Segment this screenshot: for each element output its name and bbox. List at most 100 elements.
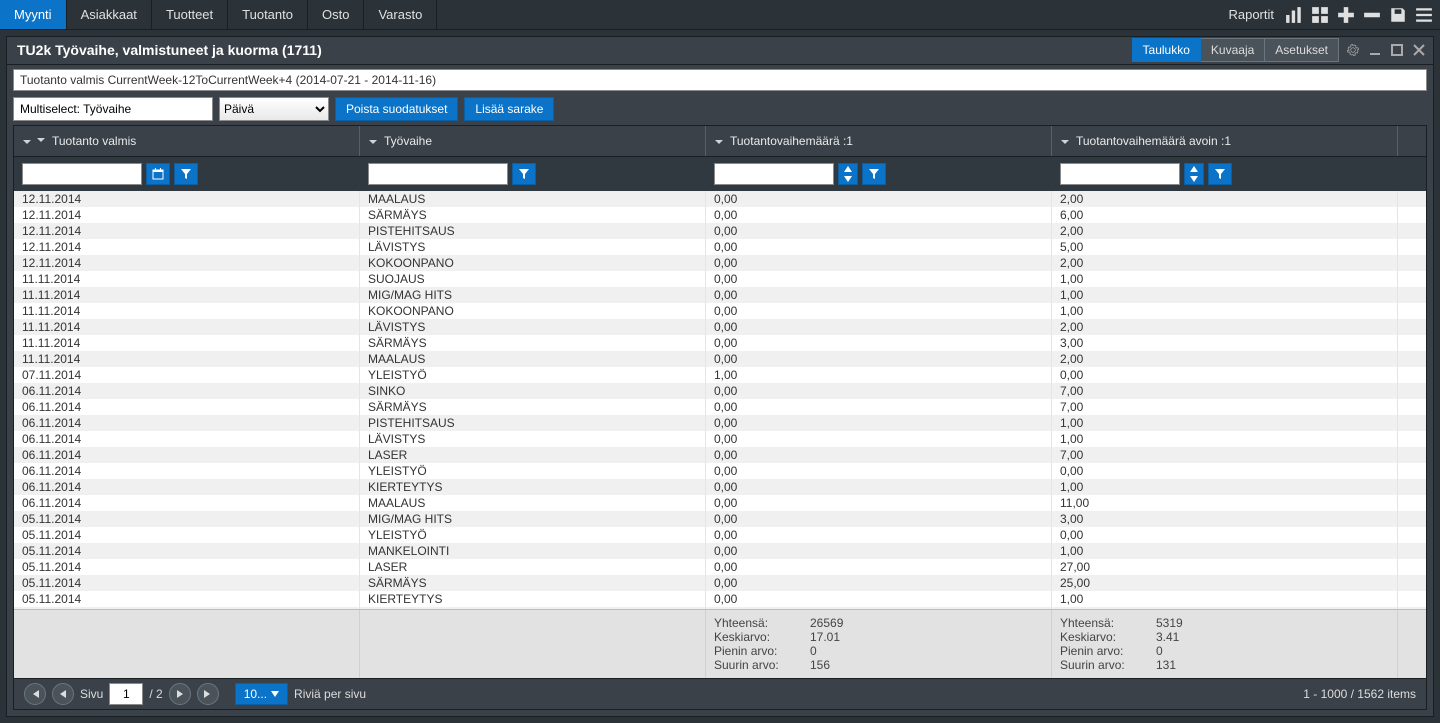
table-row[interactable]: 05.11.2014SÄRMÄYS0,0025,00: [14, 575, 1426, 591]
spinner-up-icon[interactable]: [1185, 164, 1203, 174]
filter-cell-3: [706, 163, 1052, 185]
col-header-maara[interactable]: Tuotantovaihemäärä :1: [706, 126, 1052, 156]
spinner-up-icon[interactable]: [839, 164, 857, 174]
table-cell: 6,00: [1052, 207, 1398, 223]
table-row[interactable]: 11.11.2014KOKOONPANO0,001,00: [14, 303, 1426, 319]
table-cell: 11.11.2014: [14, 351, 360, 367]
filter-input-3[interactable]: [714, 163, 834, 185]
table-row[interactable]: 11.11.2014MIG/MAG HITS0,001,00: [14, 287, 1426, 303]
table-cell: 06.11.2014: [14, 463, 360, 479]
add-column-button[interactable]: Lisää sarake: [464, 97, 554, 121]
view-tab-asetukset[interactable]: Asetukset: [1265, 38, 1339, 62]
filter-icon[interactable]: [174, 163, 198, 185]
table-cell: 05.11.2014: [14, 575, 360, 591]
table-cell: 1,00: [1052, 479, 1398, 495]
table-row[interactable]: 06.11.2014MAALAUS0,0011,00: [14, 495, 1426, 511]
table-row[interactable]: 11.11.2014SÄRMÄYS0,003,00: [14, 335, 1426, 351]
table-cell: 12.11.2014: [14, 207, 360, 223]
table-row[interactable]: 06.11.2014YLEISTYÖ0,000,00: [14, 463, 1426, 479]
multiselect-input[interactable]: [13, 97, 213, 121]
table-row[interactable]: 11.11.2014MAALAUS0,002,00: [14, 351, 1426, 367]
filter-input-2[interactable]: [368, 163, 508, 185]
view-tab-kuvaaja[interactable]: Kuvaaja: [1201, 38, 1265, 62]
number-spinner[interactable]: [1184, 163, 1204, 185]
top-nav-left: Myynti Asiakkaat Tuotteet Tuotanto Osto …: [0, 0, 437, 29]
col-header-tuotanto-valmis[interactable]: Tuotanto valmis: [14, 126, 360, 156]
spinner-down-icon[interactable]: [839, 174, 857, 184]
table-row[interactable]: 06.11.2014LASER0,007,00: [14, 447, 1426, 463]
table-row[interactable]: 12.11.2014KOKOONPANO0,002,00: [14, 255, 1426, 271]
table-cell: 06.11.2014: [14, 399, 360, 415]
filter-input-1[interactable]: [22, 163, 142, 185]
spinner-down-icon[interactable]: [1185, 174, 1203, 184]
first-page-button[interactable]: [24, 683, 46, 705]
rows-per-page-button[interactable]: 10...: [235, 683, 288, 705]
table-row[interactable]: 05.11.2014KIERTEYTYS0,001,00: [14, 591, 1426, 607]
table-row[interactable]: 11.11.2014LÄVISTYS0,002,00: [14, 319, 1426, 335]
nav-tuotteet[interactable]: Tuotteet: [152, 0, 228, 29]
prev-page-button[interactable]: [52, 683, 74, 705]
nav-osto[interactable]: Osto: [308, 0, 364, 29]
table-row[interactable]: 11.11.2014SUOJAUS0,001,00: [14, 271, 1426, 287]
table-row[interactable]: 05.11.2014MIG/MAG HITS0,003,00: [14, 511, 1426, 527]
table-cell: 1,00: [1052, 415, 1398, 431]
maximize-icon[interactable]: [1389, 42, 1405, 58]
filter-icon[interactable]: [1208, 163, 1232, 185]
table-cell: 0,00: [706, 575, 1052, 591]
filter-input-4[interactable]: [1060, 163, 1180, 185]
table-row[interactable]: 05.11.2014YLEISTYÖ0,000,00: [14, 527, 1426, 543]
nav-varasto[interactable]: Varasto: [364, 0, 437, 29]
table-row[interactable]: 12.11.2014LÄVISTYS0,005,00: [14, 239, 1426, 255]
next-page-button[interactable]: [169, 683, 191, 705]
table-cell: 0,00: [706, 223, 1052, 239]
table-cell: KIERTEYTYS: [360, 479, 706, 495]
table-row[interactable]: 05.11.2014MANKELOINTI0,001,00: [14, 543, 1426, 559]
nav-myynti[interactable]: Myynti: [0, 0, 67, 29]
table-cell: 06.11.2014: [14, 495, 360, 511]
filter-icon[interactable]: [862, 163, 886, 185]
table-row[interactable]: 06.11.2014PISTEHITSAUS0,001,00: [14, 415, 1426, 431]
table-cell: 1,00: [1052, 271, 1398, 287]
table-row[interactable]: 05.11.2014LASER0,0027,00: [14, 559, 1426, 575]
table-cell: 12.11.2014: [14, 239, 360, 255]
rows-per-page-label: Riviä per sivu: [294, 687, 366, 701]
data-table: Tuotanto valmis Työvaihe Tuotantovaihemä…: [13, 125, 1427, 679]
gear-icon[interactable]: [1345, 42, 1361, 58]
bar-chart-icon[interactable]: [1284, 5, 1304, 25]
view-tab-taulukko[interactable]: Taulukko: [1132, 38, 1201, 62]
menu-icon[interactable]: [1414, 5, 1434, 25]
filter-descriptor[interactable]: Tuotanto valmis CurrentWeek-12ToCurrentW…: [13, 69, 1427, 91]
col-header-avoin[interactable]: Tuotantovaihemäärä avoin :1: [1052, 126, 1398, 156]
close-icon[interactable]: [1411, 42, 1427, 58]
table-row[interactable]: 12.11.2014SÄRMÄYS0,006,00: [14, 207, 1426, 223]
clear-filters-button[interactable]: Poista suodatukset: [335, 97, 458, 121]
table-row[interactable]: 06.11.2014SINKO0,007,00: [14, 383, 1426, 399]
table-row[interactable]: 07.11.2014YLEISTYÖ1,000,00: [14, 367, 1426, 383]
calendar-icon[interactable]: [146, 163, 170, 185]
reports-label[interactable]: Raportit: [1228, 7, 1274, 22]
table-cell: YLEISTYÖ: [360, 367, 706, 383]
table-cell: 11,00: [1052, 495, 1398, 511]
grid-icon[interactable]: [1310, 5, 1330, 25]
page-number-input[interactable]: [109, 683, 143, 705]
save-icon[interactable]: [1388, 5, 1408, 25]
col-header-tyovaihe[interactable]: Työvaihe: [360, 126, 706, 156]
minimize-icon[interactable]: [1367, 42, 1383, 58]
nav-asiakkaat[interactable]: Asiakkaat: [67, 0, 152, 29]
table-row[interactable]: 12.11.2014PISTEHITSAUS0,002,00: [14, 223, 1426, 239]
table-body[interactable]: 12.11.2014MAALAUS0,002,0012.11.2014SÄRMÄ…: [14, 191, 1426, 609]
table-row[interactable]: 06.11.2014SÄRMÄYS0,007,00: [14, 399, 1426, 415]
last-page-button[interactable]: [197, 683, 219, 705]
table-row[interactable]: 06.11.2014KIERTEYTYS0,001,00: [14, 479, 1426, 495]
period-select[interactable]: Päivä: [219, 97, 329, 121]
minus-icon[interactable]: [1362, 5, 1382, 25]
table-row[interactable]: 12.11.2014MAALAUS0,002,00: [14, 191, 1426, 207]
table-row[interactable]: 06.11.2014LÄVISTYS0,001,00: [14, 431, 1426, 447]
table-cell: 0,00: [706, 383, 1052, 399]
table-cell: 1,00: [706, 367, 1052, 383]
number-spinner[interactable]: [838, 163, 858, 185]
table-cell: 06.11.2014: [14, 383, 360, 399]
plus-icon[interactable]: [1336, 5, 1356, 25]
nav-tuotanto[interactable]: Tuotanto: [228, 0, 308, 29]
filter-icon[interactable]: [512, 163, 536, 185]
